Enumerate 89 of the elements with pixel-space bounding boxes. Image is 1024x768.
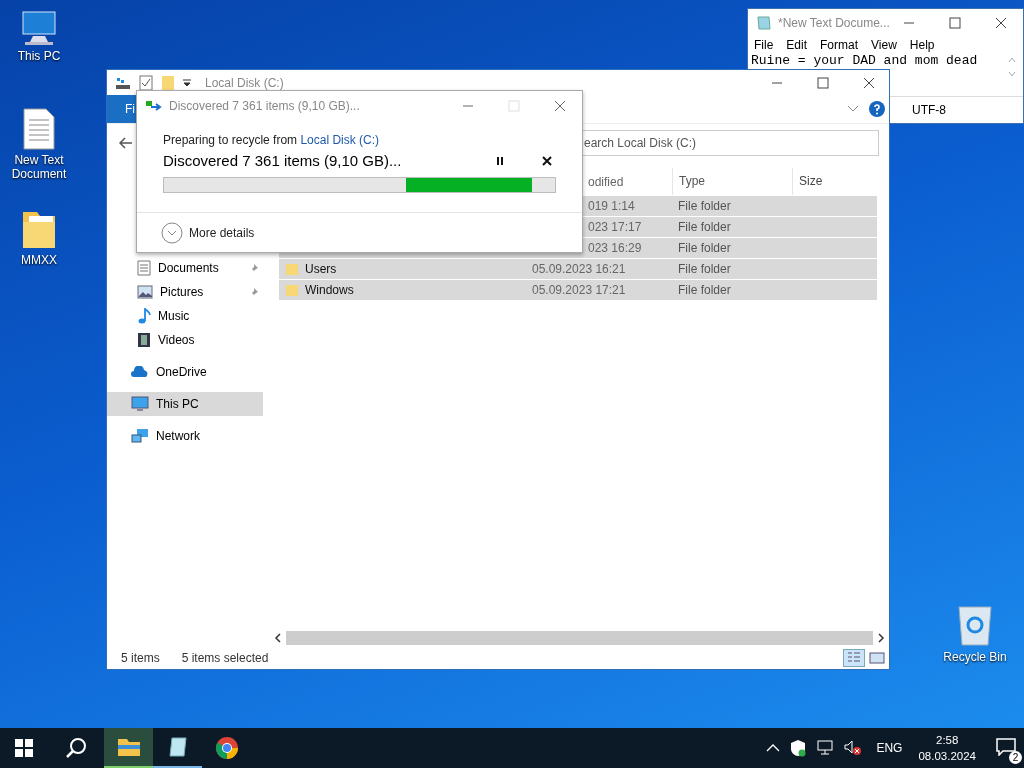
muted-speaker-icon[interactable]	[844, 740, 863, 756]
desktop-icon-label[interactable]: This PC	[17, 49, 61, 63]
search-icon[interactable]	[65, 737, 87, 759]
dialog-title: Discovered 7 361 items (9,10 GB)...	[169, 99, 360, 113]
scroll-left-icon[interactable]	[274, 633, 282, 643]
move-icon	[145, 100, 163, 112]
type-cell-text: File folder	[677, 199, 732, 213]
document-icon	[137, 260, 151, 276]
column-header[interactable]: Type	[672, 168, 792, 195]
window-title: Local Disk (C:)	[205, 75, 284, 90]
folder-icon	[285, 262, 299, 276]
date-cell-text: 019 1:14	[587, 199, 636, 213]
expand-icon[interactable]	[161, 221, 183, 244]
operation-description: Preparing to recycle from Local Disk (C:)	[163, 133, 381, 147]
maximize-icon[interactable]	[817, 76, 829, 89]
folder-icon	[116, 737, 141, 757]
menu-item[interactable]: Help	[909, 38, 935, 52]
close-icon[interactable]	[542, 155, 552, 166]
date-cell-text: 05.09.2023 17:21	[532, 283, 627, 297]
maximize-icon[interactable]	[949, 16, 961, 29]
nav-item[interactable]: Music	[107, 304, 267, 328]
nav-item[interactable]: OneDrive	[107, 360, 267, 384]
maximize-icon	[508, 100, 520, 112]
file-name: Windows	[305, 283, 354, 297]
notification-badge: 2	[1009, 750, 1022, 764]
clock-date[interactable]: 08.03.2024	[918, 748, 976, 764]
thumbnail-view-icon[interactable]	[869, 651, 885, 665]
film-icon	[137, 332, 151, 348]
type-cell-text: File folder	[677, 220, 732, 234]
file-row[interactable]: Users 05.09.2023 16:21 File folder	[279, 259, 877, 279]
notepad-icon	[166, 736, 189, 758]
chevron-down-icon[interactable]	[847, 105, 859, 113]
type-cell-text: File folder	[677, 241, 732, 255]
scroll-right-icon[interactable]	[877, 633, 885, 643]
menu-item[interactable]: Format	[820, 38, 859, 52]
nav-item[interactable]: Documents	[107, 256, 267, 280]
checkmark-icon[interactable]	[139, 74, 153, 91]
network-icon	[131, 428, 149, 444]
text-content: Ruine = your DAD and mom dead	[751, 54, 978, 67]
file-name: Users	[305, 262, 337, 276]
notepad-icon	[756, 14, 772, 31]
nav-item[interactable]: This PC	[107, 392, 263, 416]
desktop-icon-label[interactable]: New Text Document	[1, 153, 77, 181]
shield-icon[interactable]	[790, 739, 807, 757]
nav-item[interactable]: Pictures	[107, 280, 267, 304]
picture-icon	[137, 285, 153, 299]
help-icon[interactable]	[869, 101, 885, 117]
progress-status: Discovered 7 361 items (9,10 GB)...	[163, 152, 402, 169]
document-icon	[22, 108, 56, 150]
start-icon[interactable]	[15, 739, 33, 757]
close-icon[interactable]	[995, 16, 1007, 29]
location-link[interactable]: Local Disk (C:)	[300, 133, 380, 147]
window-title: *New Text Docume...	[778, 15, 890, 30]
folder-icon	[285, 283, 299, 297]
type-cell-text: File folder	[677, 283, 732, 297]
computer-icon	[131, 396, 149, 412]
date-cell-text: 023 16:29	[587, 241, 643, 255]
nav-item[interactable]: Videos	[107, 328, 267, 352]
more-details-link[interactable]: More details	[189, 225, 255, 240]
dropdown-icon[interactable]	[183, 78, 191, 87]
file-row[interactable]: Windows 05.09.2023 17:21 File folder	[279, 280, 877, 300]
menu-item[interactable]: File	[754, 38, 774, 52]
menu-item[interactable]: View	[871, 38, 897, 52]
date-cell-text: 05.09.2023 16:21	[532, 262, 627, 276]
desktop-icon-label[interactable]: MMXX	[21, 253, 57, 267]
close-icon[interactable]	[863, 76, 875, 89]
cloud-icon	[131, 366, 149, 378]
browser-icon	[214, 736, 239, 760]
back-arrow-icon[interactable]	[119, 137, 133, 149]
column-header[interactable]: Size	[792, 168, 868, 195]
encoding-label: UTF-8	[912, 103, 946, 117]
date-cell-text: 023 17:17	[587, 220, 643, 234]
chevron-up-icon[interactable]	[766, 744, 781, 752]
clock-time[interactable]: 2:58	[936, 732, 959, 748]
drive-icon	[115, 75, 131, 90]
recycle-bin-icon	[955, 603, 995, 647]
menu-item[interactable]: Edit	[786, 38, 808, 52]
music-note-icon	[137, 308, 151, 324]
nav-item[interactable]: Network	[107, 424, 267, 448]
scrollbar-thumb[interactable]	[286, 631, 873, 645]
desktop-icon-label[interactable]: Recycle Bin	[943, 650, 1007, 664]
pause-icon[interactable]	[496, 155, 504, 166]
network-icon[interactable]	[816, 740, 835, 756]
type-cell-text: File folder	[677, 262, 732, 276]
language-indicator[interactable]: ENG	[876, 741, 903, 755]
taskbar-app[interactable]	[104, 728, 153, 768]
item-count: 5 items	[121, 651, 160, 665]
computer-icon	[19, 10, 59, 46]
selection-count: 5 items selected	[181, 651, 269, 665]
